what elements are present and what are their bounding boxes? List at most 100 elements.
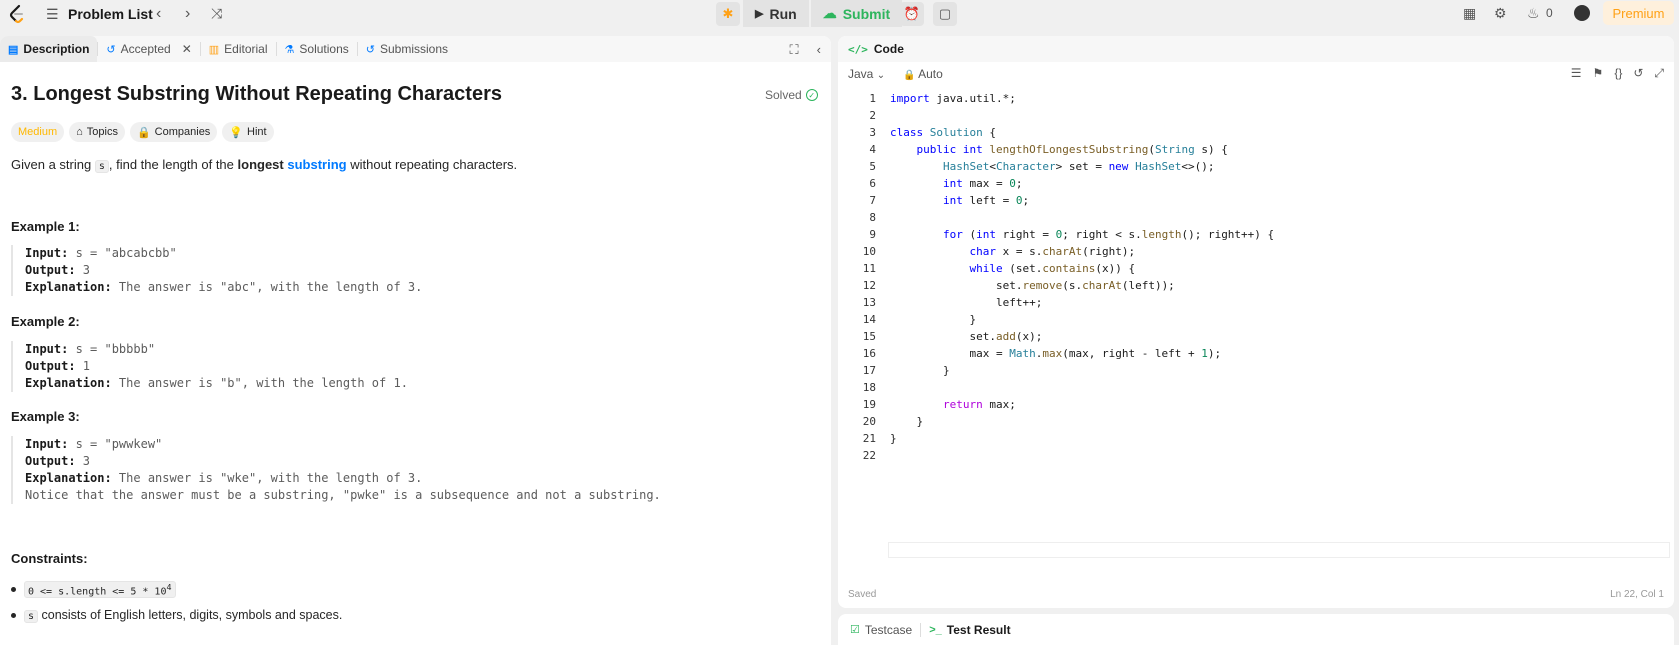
example-output: Output: 1	[25, 358, 408, 375]
code-line[interactable]: set.remove(s.charAt(left));	[890, 279, 1175, 292]
auto-mode[interactable]: 🔒 Auto	[903, 67, 943, 81]
layout-icon[interactable]: ▦	[1463, 5, 1476, 22]
maximize-icon[interactable]: ⛶	[790, 42, 799, 58]
tab-label: Description	[23, 42, 90, 56]
code-line[interactable]: int left = 0;	[890, 194, 1029, 207]
line-number: 15	[862, 330, 876, 343]
tab-label: Test Result	[946, 622, 1011, 637]
check-circle-icon: ✓	[805, 89, 818, 101]
flask-icon: ⚗	[284, 43, 295, 56]
code-line[interactable]: }	[890, 432, 897, 445]
tab-submissions[interactable]: ↺ Submissions	[358, 36, 456, 62]
line-number: 13	[862, 296, 876, 309]
example-output: Output: 3	[25, 453, 661, 470]
shuffle-icon[interactable]: ⤨	[211, 5, 222, 22]
gear-icon[interactable]: ⚙	[1494, 5, 1507, 22]
cursor-position: Ln 22, Col 1	[1610, 589, 1664, 600]
label: Input:	[25, 437, 69, 451]
code-line[interactable]: int max = 0;	[890, 177, 1022, 190]
code-line[interactable]: import java.util.*;	[890, 92, 1016, 105]
tab-editorial[interactable]: ▥ Editorial	[201, 36, 276, 62]
line-number: 6	[869, 177, 876, 190]
example-2-block: Input: s = "bbbbb" Output: 1 Explanation…	[11, 341, 408, 392]
hint-chip[interactable]: 💡 Hint	[222, 122, 274, 142]
braces-icon[interactable]: {}	[1614, 66, 1622, 81]
line-number: 5	[869, 160, 876, 173]
example-input: Input: s = "bbbbb"	[25, 341, 408, 358]
tab-testcase[interactable]: ☑ Testcase	[842, 623, 920, 637]
chevron-right-icon[interactable]: ›	[185, 5, 190, 23]
submit-label: Submit	[842, 5, 891, 22]
fire-icon[interactable]: ♨	[1527, 5, 1540, 22]
code-line[interactable]: left++;	[890, 296, 1042, 309]
language-select[interactable]: Java ⌄	[848, 67, 885, 81]
premium-button[interactable]: Premium	[1603, 1, 1674, 25]
code-line[interactable]: for (int right = 0; right < s.length(); …	[890, 228, 1274, 241]
label: Explanation:	[25, 280, 112, 294]
code-line[interactable]: return max;	[890, 398, 1016, 411]
code-line[interactable]: while (set.contains(x)) {	[890, 262, 1135, 275]
tab-description[interactable]: ▤ Description	[0, 36, 98, 62]
example-explanation: Explanation: The answer is "wke", with t…	[25, 470, 661, 487]
problem-list-link[interactable]: Problem List	[68, 6, 153, 22]
run-label: Run	[769, 5, 797, 22]
code-tab-label[interactable]: Code	[874, 42, 904, 56]
chevron-left-icon[interactable]: ‹	[156, 5, 161, 23]
label: Explanation:	[25, 471, 112, 485]
submit-button[interactable]: ☁ Submit	[810, 0, 903, 27]
avatar[interactable]	[1574, 5, 1590, 21]
debug-button[interactable]: ✱	[716, 2, 740, 26]
problem-list-icon[interactable]: ☰	[46, 6, 59, 23]
format-icon[interactable]: ☰	[1571, 66, 1582, 81]
code-line[interactable]: max = Math.max(max, right - left + 1);	[890, 347, 1221, 360]
code-line[interactable]: class Solution {	[890, 126, 996, 139]
code-tab-header: </> Code	[838, 36, 1674, 62]
current-line-highlight	[888, 542, 1670, 558]
tab-solutions[interactable]: ⚗ Solutions	[277, 36, 357, 62]
document-icon: ▤	[8, 43, 19, 56]
run-submit-group: ▶ Run ☁ Submit	[743, 0, 903, 27]
code-line[interactable]: HashSet<Character> set = new HashSet<>()…	[890, 160, 1215, 173]
line-number: 16	[862, 347, 876, 360]
collapse-icon[interactable]: ‹	[817, 42, 821, 58]
code-line[interactable]: char x = s.charAt(right);	[890, 245, 1135, 258]
code-editor[interactable]: 1 import java.util.*; 2 3 class Solution {4 …	[838, 90, 1674, 558]
code-line[interactable]: }	[890, 313, 976, 326]
tab-label: Testcase	[864, 622, 913, 637]
leetcode-logo-icon[interactable]	[8, 4, 26, 24]
tab-accepted[interactable]: ↺ Accepted ✕	[98, 36, 199, 62]
notes-button[interactable]: ▢	[933, 2, 957, 26]
line-number: 20	[862, 415, 876, 428]
timer-button[interactable]: ⏰	[900, 2, 924, 26]
line-number: 19	[862, 398, 876, 411]
value: 3	[75, 263, 91, 277]
example-3-heading: Example 3:	[11, 409, 80, 424]
reset-icon[interactable]: ↺	[1633, 66, 1643, 81]
difficulty-badge: Medium	[11, 122, 65, 142]
chip-label: Companies	[154, 126, 211, 138]
run-button[interactable]: ▶ Run	[743, 0, 809, 27]
line-number: 18	[862, 381, 876, 394]
code-line[interactable]: }	[890, 364, 950, 377]
code-line[interactable]: }	[890, 415, 923, 428]
close-icon[interactable]: ✕	[182, 42, 192, 56]
code-line[interactable]: set.add(x);	[890, 330, 1042, 343]
companies-chip[interactable]: 🔒 Companies	[129, 122, 218, 142]
example-2-heading: Example 2:	[11, 314, 80, 329]
example-1-heading: Example 1:	[11, 219, 80, 234]
exponent: 4	[166, 582, 172, 592]
chip-label: Topics	[86, 126, 118, 138]
code-line[interactable]: public int lengthOfLongestSubstring(Stri…	[890, 143, 1228, 156]
line-number: 1	[869, 92, 876, 105]
topics-chip[interactable]: ⌂ Topics	[69, 122, 125, 142]
constraint-item: s consists of English letters, digits, s…	[11, 608, 342, 623]
expand-icon[interactable]: ⤢	[1654, 66, 1664, 81]
example-output: Output: 3	[25, 262, 422, 279]
line-number: 11	[862, 262, 876, 275]
label: Output:	[25, 454, 76, 468]
tab-test-result[interactable]: >_ Test Result	[921, 623, 1018, 637]
panel-resizer[interactable]	[831, 27, 838, 645]
statement-text: , find the length of the	[108, 157, 238, 172]
bookmark-icon[interactable]: ⚑	[1593, 66, 1604, 81]
substring-link[interactable]: substring	[287, 157, 346, 172]
